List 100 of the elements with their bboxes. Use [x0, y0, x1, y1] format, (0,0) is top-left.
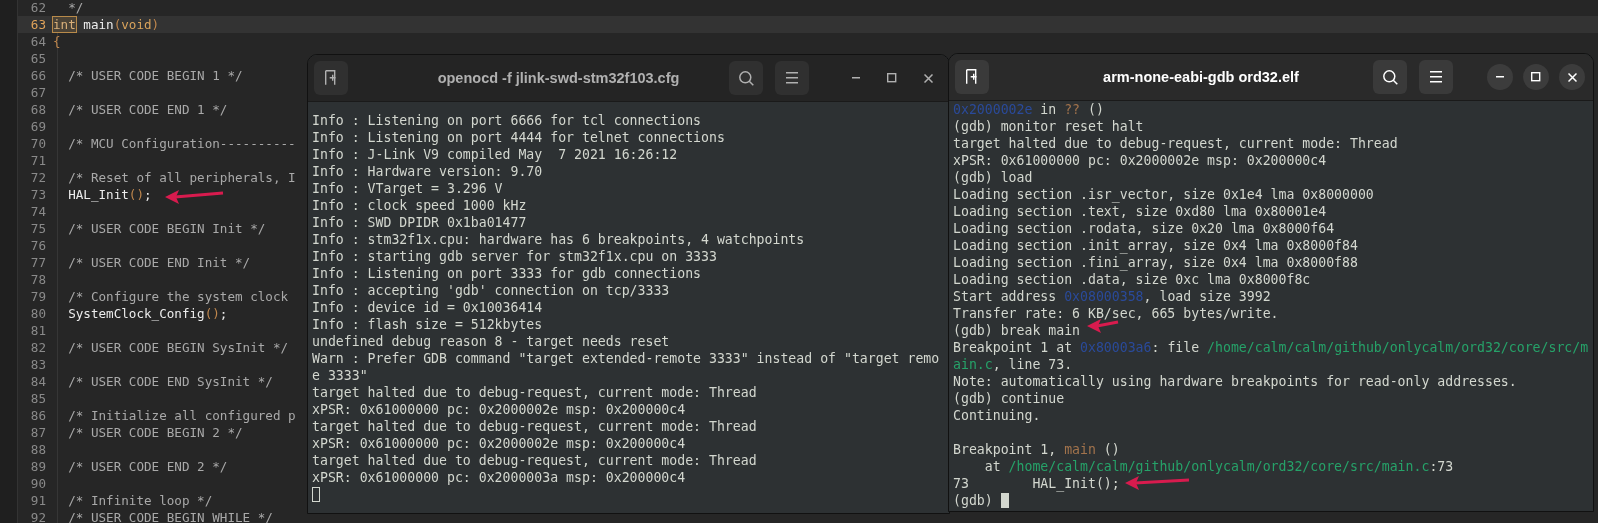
new-tab-icon [325, 70, 337, 86]
terminal-line: target halted due to debug-request, current mode: Thread [953, 136, 1398, 151]
terminal-line: Note: automatically using hardware breakpoints for read-only addresses. [953, 374, 1517, 389]
annotation-arrow [1087, 318, 1119, 334]
terminal-line: Warn : Prefer GDB command "target extended-remote 3333" instead of "target remo [312, 351, 940, 366]
line-number: 82 [29, 339, 46, 356]
line-number: 76 [29, 237, 46, 254]
line-number: 70 [29, 135, 46, 152]
line-number: 73 [29, 186, 46, 203]
line-number: 72 [29, 169, 46, 186]
terminal-line: 73 HAL_Init(); [953, 476, 1120, 491]
line-number: 69 [29, 118, 46, 135]
minimize-button[interactable] [1487, 64, 1513, 90]
line-number: 78 [29, 271, 46, 288]
terminal-line: Loading section .isr_vector, size 0x1e4 lma 0x8000000 [953, 187, 1374, 202]
code-line: int main(void) [53, 16, 160, 33]
line-number: 86 [29, 407, 46, 424]
terminal-line: Info : VTarget = 3.296 V [312, 181, 503, 196]
code-line: /* USER CODE END 1 */ [67, 101, 228, 118]
terminal-line: xPSR: 0x61000000 pc: 0x2000002e msp: 0x200000c4 [312, 402, 686, 417]
code-line: /* USER CODE BEGIN SysInit */ [67, 339, 289, 356]
line-number: 64 [29, 33, 46, 50]
line-number: 68 [29, 101, 46, 118]
terminal-line: Info : flash size = 512kbytes [312, 317, 543, 332]
terminal-line: ain.c, line 73. [953, 357, 1073, 372]
code-line: */ [67, 0, 84, 16]
annotation-arrow [1125, 475, 1190, 491]
terminal-line: target halted due to debug-request, current mode: Thread [312, 385, 757, 400]
close-icon [923, 73, 933, 83]
terminal-line: Info : SWD DPIDR 0x1ba01477 [312, 215, 527, 230]
menu-button[interactable] [1419, 60, 1453, 94]
code-line: /* USER CODE END SysInit */ [67, 373, 273, 390]
code-line: /* USER CODE BEGIN 2 */ [67, 424, 243, 441]
terminal-line: Info : Listening on port 4444 for telnet connections [312, 130, 725, 145]
terminal-line: (gdb) break main [953, 323, 1081, 338]
terminal-line: Info : accepting 'gdb' connection on tcp/3333 [312, 283, 670, 298]
code-line: /* USER CODE END 2 */ [67, 458, 228, 475]
terminal-line: Loading section .fini_array, size 0x4 lma 0x8000f88 [953, 255, 1358, 270]
terminal-line: target halted due to debug-request, current mode: Thread [312, 419, 757, 434]
terminal-line: Transfer rate: 6 KB/sec, 665 bytes/write. [953, 306, 1279, 321]
terminal-line: Start address 0x08000358, load size 3992 [953, 289, 1271, 304]
line-number: 80 [29, 305, 46, 322]
minimize-icon [852, 77, 860, 79]
terminal-line: Info : Listening on port 3333 for gdb connections [312, 266, 702, 281]
code-line: /* MCU Configuration---------- [67, 135, 296, 152]
new-tab-icon [966, 69, 978, 85]
search-icon [738, 70, 754, 86]
terminal-line: Loading section .data, size 0xc lma 0x8000f8c [953, 272, 1311, 287]
minimize-icon [1496, 76, 1504, 78]
code-line: /* Infinite loop */ [67, 492, 213, 509]
code-line: /* Reset of all peripherals, I [67, 169, 296, 186]
terminal-line: Info : Hardware version: 9.70 [312, 164, 543, 179]
line-number: 85 [29, 390, 46, 407]
terminal-line: 0x2000002e in ?? () [953, 102, 1104, 117]
window-title: arm-none-eabi-gdb ord32.elf [1102, 69, 1300, 85]
line-number: 71 [29, 152, 46, 169]
terminal-line: Loading section .init_array, size 0x4 lma 0x8000f84 [953, 238, 1358, 253]
terminal-line: Loading section .rodata, size 0x20 lma 0x8000f64 [953, 221, 1335, 236]
search-button[interactable] [1373, 60, 1407, 94]
new-tab-button[interactable] [314, 61, 348, 95]
line-number: 75 [29, 220, 46, 237]
terminal-line: Continuing. [953, 408, 1041, 423]
terminal-line: at /home/calm/calm/github/onlycalm/ord32/core/src/main.c:73 [983, 459, 1454, 474]
terminal-line: xPSR: 0x61000000 pc: 0x2000002e msp: 0x200000c4 [953, 153, 1327, 168]
menu-icon [786, 72, 798, 84]
code-line: HAL_Init(); [67, 186, 152, 203]
search-icon [1382, 69, 1398, 85]
maximize-icon [887, 73, 897, 83]
terminal-line: Loading section .text, size 0xd80 lma 0x80001e4 [953, 204, 1327, 219]
new-tab-button[interactable] [955, 60, 989, 94]
code-line: /* Configure the system clock [67, 288, 289, 305]
line-number: 90 [29, 475, 46, 492]
terminal-line: Info : device id = 0x10036414 [312, 300, 543, 315]
menu-button[interactable] [775, 61, 809, 95]
line-number: 77 [29, 254, 46, 271]
terminal-line: (gdb) continue [953, 391, 1065, 406]
search-button[interactable] [729, 61, 763, 95]
close-button[interactable] [1559, 64, 1585, 90]
line-number: 84 [29, 373, 46, 390]
code-line: /* USER CODE BEGIN WHILE */ [67, 509, 273, 523]
maximize-button[interactable] [1523, 64, 1549, 90]
maximize-icon [1531, 72, 1541, 82]
terminal-line: Info : J-Link V9 compiled May 7 2021 16:26:12 [312, 147, 678, 162]
terminal-line: target halted due to debug-request, current mode: Thread [312, 453, 757, 468]
terminal-line: Info : clock speed 1000 kHz [312, 198, 527, 213]
code-line: SystemClock_Config(); [67, 305, 228, 322]
terminal-line: (gdb) load [953, 170, 1033, 185]
line-number: 89 [29, 458, 46, 475]
terminal-line: xPSR: 0x61000000 pc: 0x2000002e msp: 0x200000c4 [312, 436, 686, 451]
line-number: 62 [29, 0, 46, 16]
line-number: 79 [29, 288, 46, 305]
line-number: 92 [29, 509, 46, 523]
terminal-line: Breakpoint 1 at 0x80003a6: file /home/calm/calm/github/onlycalm/ord32/core/src/m [953, 340, 1589, 355]
code-line: /* USER CODE BEGIN Init */ [67, 220, 266, 237]
line-number: 63 [29, 16, 46, 33]
code-line: /* Initialize all configured p [67, 407, 296, 424]
code-line: /* USER CODE END Init */ [67, 254, 251, 271]
line-number: 74 [29, 203, 46, 220]
terminal-line: Breakpoint 1, main () [953, 442, 1120, 457]
terminal-line: (gdb) monitor reset halt [953, 119, 1144, 134]
